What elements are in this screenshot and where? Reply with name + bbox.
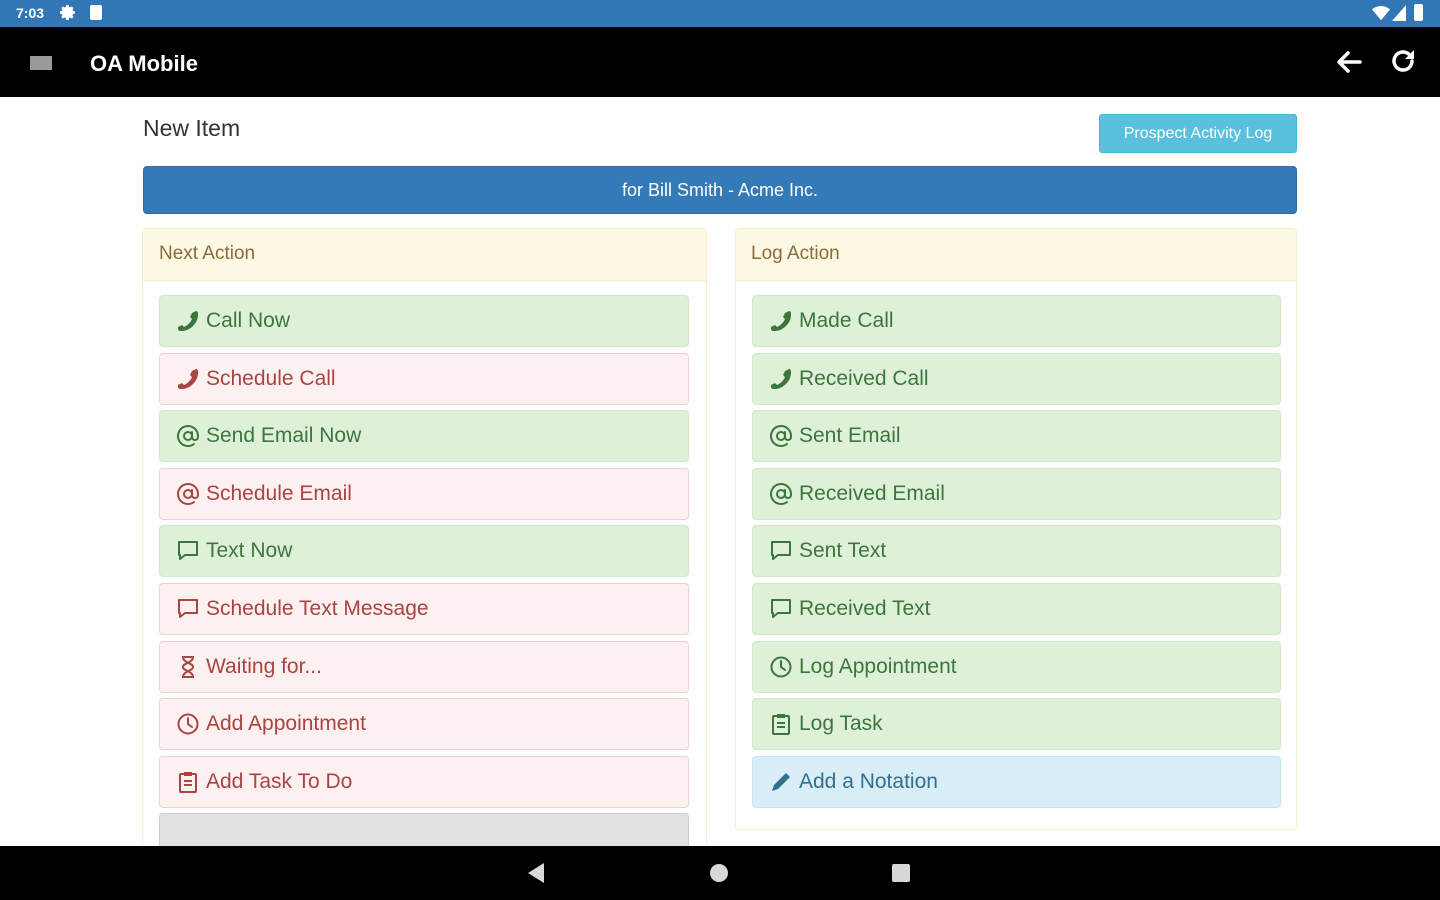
phone-icon — [769, 367, 793, 391]
pencil-icon — [769, 770, 793, 794]
action-button-label: Waiting for... — [206, 654, 322, 678]
status-time: 7:03 — [16, 5, 45, 21]
at-icon — [176, 424, 200, 448]
main-content: New Item Prospect Activity Log for Bill … — [0, 97, 1440, 846]
at-icon — [176, 482, 200, 506]
battery-icon — [1414, 4, 1423, 21]
action-button-label: Log Task — [799, 712, 883, 736]
menu-icon[interactable] — [30, 56, 52, 70]
action-button-log-task[interactable]: Log Task — [752, 698, 1281, 751]
clock-icon — [176, 712, 200, 736]
action-button-label: Sent Email — [799, 424, 901, 448]
nav-home-icon[interactable] — [710, 864, 728, 882]
action-button-waiting-for[interactable]: Waiting for... — [159, 640, 689, 693]
prospect-activity-log-button[interactable]: Prospect Activity Log — [1099, 114, 1297, 153]
action-button-sent-text[interactable]: Sent Text — [752, 525, 1281, 578]
action-button-received-text[interactable]: Received Text — [752, 583, 1281, 635]
log-action-panel: Log Action Made Call Received Call Sent Em… — [735, 228, 1297, 830]
phone-icon — [176, 367, 200, 391]
clipboard-icon — [769, 712, 793, 736]
action-button-call-now[interactable]: Call Now — [159, 295, 689, 347]
action-button-text-now[interactable]: Text Now — [159, 525, 689, 578]
action-button-label: Add a Notation — [799, 769, 938, 793]
sd-card-icon — [90, 5, 102, 20]
nav-recents-icon[interactable] — [892, 864, 910, 882]
page-title: New Item — [143, 115, 241, 141]
refresh-icon[interactable] — [1388, 47, 1418, 77]
chat-bubble-icon — [769, 597, 793, 621]
chat-bubble-icon — [176, 597, 200, 621]
action-button-send-email-now[interactable]: Send Email Now — [159, 410, 689, 463]
action-button-add-appointment[interactable]: Add Appointment — [159, 698, 689, 751]
action-button-label: Send Email Now — [206, 424, 362, 448]
action-button-label: Received Email — [799, 481, 945, 505]
clock-icon — [769, 655, 793, 679]
phone-icon — [176, 309, 200, 333]
action-button-received-email[interactable]: Received Email — [752, 467, 1281, 520]
action-button-received-call[interactable]: Received Call — [752, 352, 1281, 405]
app-bar: OA Mobile — [0, 27, 1440, 97]
clipboard-icon — [176, 770, 200, 794]
action-button-partial[interactable] — [159, 813, 689, 846]
action-button-label: Schedule Text Message — [206, 597, 429, 620]
action-button-label: Schedule Call — [206, 366, 336, 390]
at-icon — [769, 482, 793, 506]
action-button-schedule-call[interactable]: Schedule Call — [159, 352, 689, 405]
hourglass-icon — [176, 655, 200, 679]
at-icon — [769, 424, 793, 448]
action-button-label: Made Call — [799, 309, 894, 332]
nav-back-icon[interactable] — [526, 862, 546, 884]
action-button-schedule-text-message[interactable]: Schedule Text Message — [159, 583, 689, 635]
chat-bubble-icon — [176, 539, 200, 563]
app-title: OA Mobile — [90, 51, 198, 76]
log-action-heading: Log Action — [736, 229, 1296, 281]
next-action-heading: Next Action — [143, 229, 706, 281]
action-button-made-call[interactable]: Made Call — [752, 295, 1281, 347]
action-button-label: Add Task To Do — [206, 769, 353, 793]
settings-gear-icon — [60, 4, 77, 21]
signal-icon — [1392, 5, 1406, 21]
action-button-label: Call Now — [206, 309, 291, 332]
system-nav-bar — [0, 846, 1440, 900]
action-button-label: Received Text — [799, 597, 931, 620]
action-button-label: Add Appointment — [206, 712, 366, 736]
action-button-log-appointment[interactable]: Log Appointment — [752, 640, 1281, 693]
status-bar: 7:03 — [0, 0, 1440, 27]
action-button-label: Received Call — [799, 366, 929, 390]
action-button-label: Log Appointment — [799, 654, 957, 678]
contact-banner: for Bill Smith - Acme Inc. — [143, 166, 1297, 214]
action-button-label: Schedule Email — [206, 481, 352, 505]
action-button-add-task-to-do[interactable]: Add Task To Do — [159, 755, 689, 808]
action-button-sent-email[interactable]: Sent Email — [752, 410, 1281, 463]
action-button-label: Text Now — [206, 539, 293, 563]
wifi-icon — [1372, 5, 1390, 21]
action-button-label: Sent Text — [799, 539, 887, 563]
action-button-schedule-email[interactable]: Schedule Email — [159, 467, 689, 520]
chat-bubble-icon — [769, 539, 793, 563]
phone-icon — [769, 309, 793, 333]
back-arrow-icon[interactable] — [1334, 47, 1364, 77]
action-button-add-a-notation[interactable]: Add a Notation — [752, 755, 1281, 808]
next-action-panel: Next Action Call Now Schedule Call Send Em… — [142, 228, 707, 846]
